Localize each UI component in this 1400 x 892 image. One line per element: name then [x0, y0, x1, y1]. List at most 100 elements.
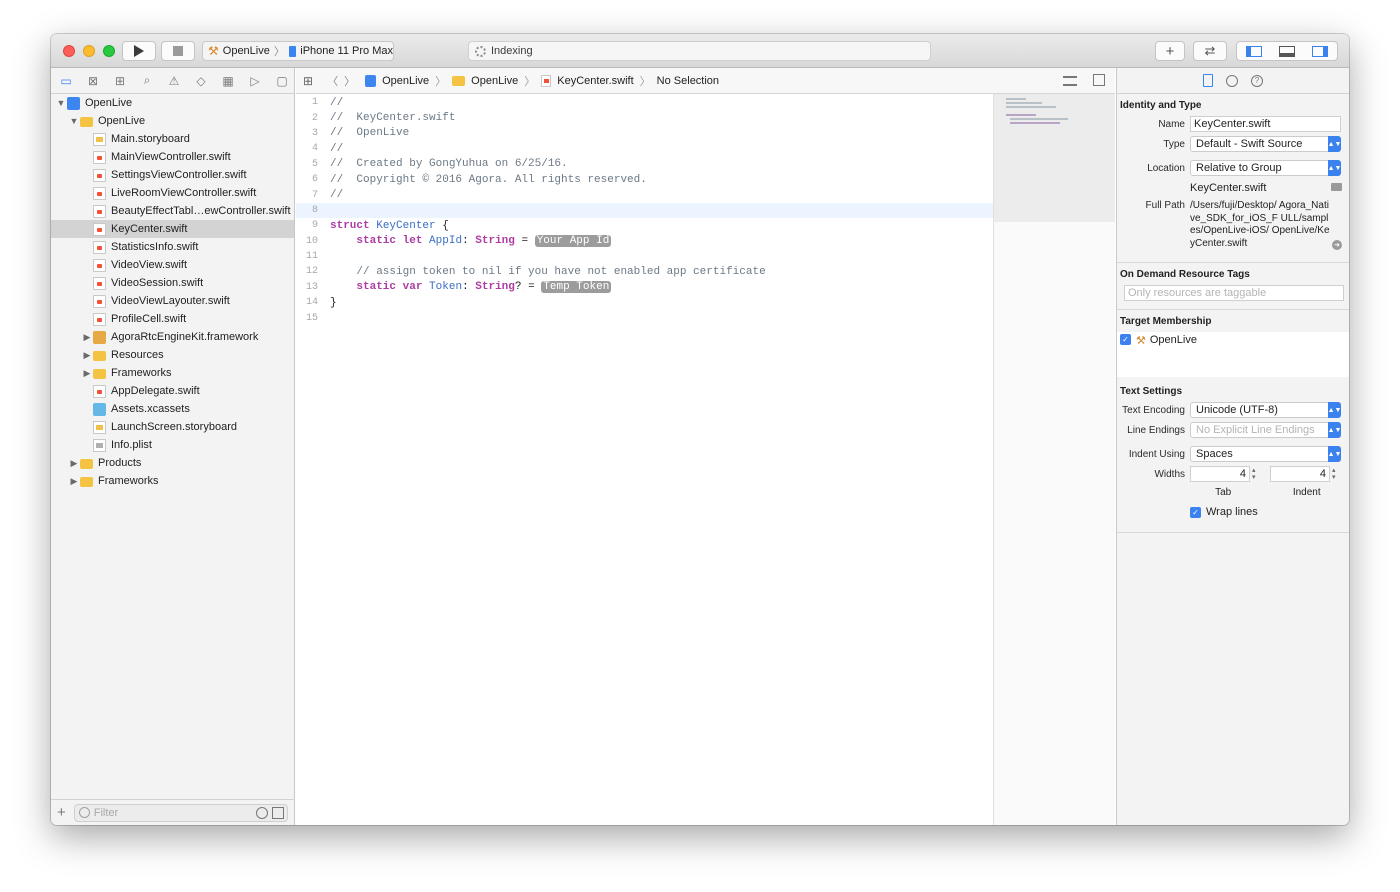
- type-label: Type: [1163, 138, 1185, 150]
- code-line[interactable]: 14}: [296, 295, 993, 310]
- disclosure-triangle-icon[interactable]: ▶: [81, 368, 93, 379]
- folder-icon[interactable]: [1331, 183, 1342, 191]
- type-popup[interactable]: Default - Swift Source ▲▼: [1190, 136, 1341, 152]
- minimap[interactable]: [993, 94, 1115, 825]
- back-arrow-icon[interactable]: 〈: [327, 73, 338, 89]
- library-button[interactable]: +: [1155, 41, 1185, 61]
- tree-row[interactable]: LaunchScreen.storyboard: [51, 418, 294, 436]
- tree-row[interactable]: Info.plist: [51, 436, 294, 454]
- code-line[interactable]: 1 //: [296, 95, 993, 110]
- disclosure-triangle-icon[interactable]: ▶: [68, 458, 80, 469]
- code-line[interactable]: 2 // KeyCenter.swift: [296, 110, 993, 125]
- hierarchy-icon[interactable]: ⊞: [111, 72, 129, 90]
- breadcrumb-group[interactable]: OpenLive: [471, 75, 518, 87]
- code-line[interactable]: 5 // Created by GongYuhua on 6/25/16.: [296, 157, 993, 172]
- recent-files-icon[interactable]: [255, 806, 268, 819]
- code-line[interactable]: 7 //: [296, 187, 993, 202]
- navigator-toggle-icon[interactable]: [1245, 45, 1262, 57]
- disclosure-triangle-icon[interactable]: ▶: [81, 332, 93, 343]
- tree-row[interactable]: ▶ Resources: [51, 346, 294, 364]
- name-field[interactable]: KeyCenter.swift: [1190, 116, 1341, 132]
- breadcrumb-file[interactable]: KeyCenter.swift: [557, 75, 633, 87]
- code-line[interactable]: 8: [296, 202, 993, 219]
- disclosure-triangle-icon[interactable]: ▼: [55, 98, 67, 108]
- code-line[interactable]: 13 static var Token: String? = Temp Toke…: [296, 280, 993, 295]
- tree-row[interactable]: Main.storyboard: [51, 130, 294, 148]
- breakpoint-icon[interactable]: ▷: [246, 72, 264, 90]
- tree-row[interactable]: ProfileCell.swift: [51, 310, 294, 328]
- code-line[interactable]: 6 // Copyright © 2016 Agora. All rights r…: [296, 172, 993, 187]
- tree-row[interactable]: ▶ Products: [51, 454, 294, 472]
- clock-icon[interactable]: [1226, 74, 1238, 87]
- reveal-arrow-icon[interactable]: ➜: [1332, 240, 1342, 250]
- file-icon[interactable]: [1203, 74, 1213, 87]
- disclosure-triangle-icon[interactable]: ▼: [68, 116, 80, 126]
- filter-field[interactable]: Filter: [73, 803, 288, 822]
- indent-width-field[interactable]: 4: [1270, 466, 1330, 482]
- wrap-lines-checkbox[interactable]: ✓: [1190, 506, 1201, 518]
- tree-row[interactable]: VideoSession.swift: [51, 274, 294, 292]
- close-button[interactable]: [63, 45, 75, 57]
- tree-row[interactable]: KeyCenter.swift: [51, 220, 294, 238]
- breadcrumb-selection[interactable]: No Selection: [657, 75, 719, 87]
- tree-row[interactable]: SettingsViewController.swift: [51, 166, 294, 184]
- tree-row[interactable]: BeautyEffectTabl…ewController.swift: [51, 202, 294, 220]
- code-review-button[interactable]: ⇄: [1193, 41, 1227, 61]
- test-diamond-icon[interactable]: ◇: [192, 72, 210, 90]
- tab-stepper-icon[interactable]: ▴ ▾: [1252, 467, 1260, 481]
- scheme-selector[interactable]: ⚒ OpenLive 〉 iPhone 11 Pro Max: [202, 41, 394, 61]
- inspector-toggle-icon[interactable]: [1312, 45, 1329, 57]
- code-line[interactable]: 9 struct KeyCenter {: [296, 218, 993, 233]
- tree-row[interactable]: Assets.xcassets: [51, 400, 294, 418]
- line-endings-popup[interactable]: No Explicit Line Endings ▲▼: [1190, 422, 1341, 438]
- related-items-icon[interactable]: ⊞: [303, 74, 313, 88]
- code-line[interactable]: 4 //: [296, 141, 993, 156]
- search-icon[interactable]: ⌕: [138, 72, 156, 90]
- tree-row[interactable]: ▶ Frameworks: [51, 364, 294, 382]
- add-icon[interactable]: +: [57, 804, 66, 821]
- code-area[interactable]: 1 // 2 // KeyCenter.swift 3 // OpenLive 4 // 5 //…: [296, 94, 993, 825]
- disclosure-triangle-icon[interactable]: ▶: [68, 476, 80, 487]
- disclosure-triangle-icon[interactable]: ▶: [81, 350, 93, 361]
- code-line[interactable]: 15: [296, 310, 993, 325]
- tree-row[interactable]: ▼ OpenLive: [51, 112, 294, 130]
- help-icon[interactable]: ?: [1251, 74, 1263, 87]
- warning-icon[interactable]: ⚠: [165, 72, 183, 90]
- source-control-icon[interactable]: ⊠: [84, 72, 102, 90]
- tab-width-field[interactable]: 4: [1190, 466, 1250, 482]
- tree-row[interactable]: VideoViewLayouter.swift: [51, 292, 294, 310]
- tree-row[interactable]: VideoView.swift: [51, 256, 294, 274]
- breadcrumb-project[interactable]: OpenLive: [382, 75, 429, 87]
- target-checkbox[interactable]: ✓: [1120, 334, 1131, 345]
- placeholder-token[interactable]: Temp Token: [541, 281, 612, 294]
- tree-row[interactable]: ▶ AgoraRtcEngineKit.framework: [51, 328, 294, 346]
- debug-icon[interactable]: ▦: [219, 72, 237, 90]
- report-icon[interactable]: ▢: [273, 72, 291, 90]
- tree-row[interactable]: ▼ OpenLive: [51, 94, 294, 112]
- run-button[interactable]: [122, 41, 156, 61]
- indent-using-popup[interactable]: Spaces ▲▼: [1190, 446, 1341, 462]
- code-line[interactable]: 11: [296, 249, 993, 264]
- odr-tags-field[interactable]: Only resources are taggable: [1124, 285, 1344, 301]
- code-line[interactable]: 10 static let AppId: String = Your App I…: [296, 234, 993, 249]
- source-control-filter-icon[interactable]: [271, 806, 284, 819]
- zoom-button[interactable]: [103, 45, 115, 57]
- tree-row[interactable]: MainViewController.swift: [51, 148, 294, 166]
- tree-row[interactable]: LiveRoomViewController.swift: [51, 184, 294, 202]
- tree-row[interactable]: ▶ Frameworks: [51, 472, 294, 490]
- placeholder-token[interactable]: Your App Id: [534, 235, 612, 248]
- minimize-button[interactable]: [83, 45, 95, 57]
- code-line[interactable]: 12 // assign token to nil if you have no…: [296, 264, 993, 279]
- tree-row[interactable]: StatisticsInfo.swift: [51, 238, 294, 256]
- editor-options-icon[interactable]: [1063, 76, 1077, 86]
- location-popup[interactable]: Relative to Group ▲▼: [1190, 160, 1341, 176]
- encoding-popup[interactable]: Unicode (UTF-8) ▲▼: [1190, 402, 1341, 418]
- indent-stepper-icon[interactable]: ▴ ▾: [1332, 467, 1340, 481]
- forward-arrow-icon[interactable]: 〉: [344, 73, 355, 89]
- add-editor-icon[interactable]: [1093, 74, 1105, 86]
- debug-area-toggle-icon[interactable]: [1278, 45, 1295, 57]
- stop-button[interactable]: [161, 41, 195, 61]
- folder-icon[interactable]: ▭: [57, 72, 75, 90]
- code-line[interactable]: 3 // OpenLive: [296, 126, 993, 141]
- tree-row[interactable]: AppDelegate.swift: [51, 382, 294, 400]
